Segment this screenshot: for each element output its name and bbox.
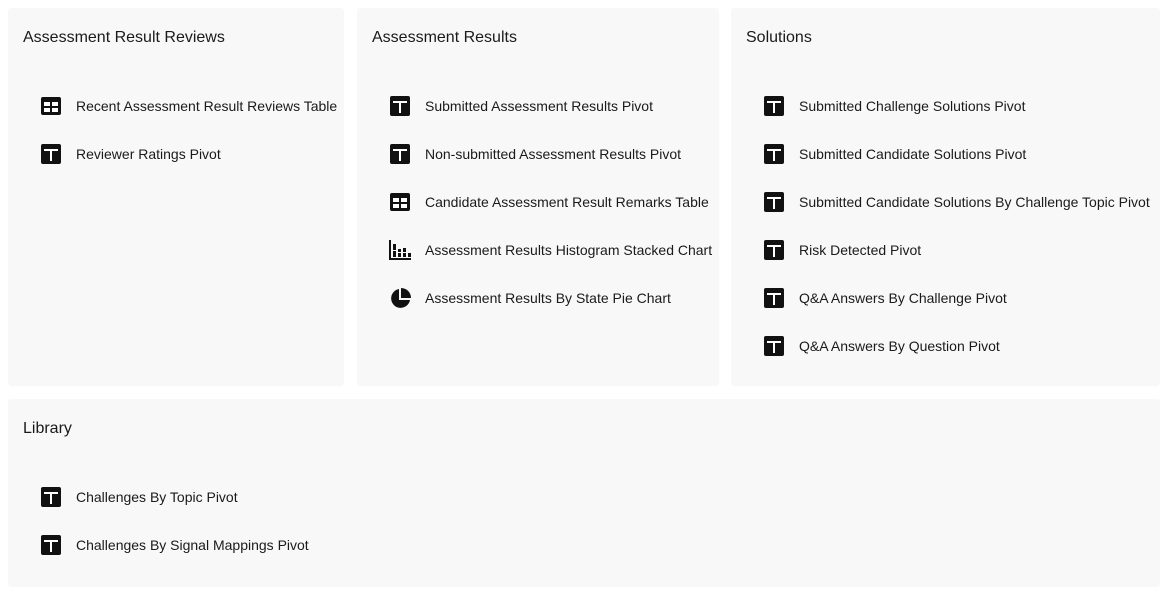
report-list: Recent Assessment Result Reviews Table R…	[40, 94, 337, 190]
table-icon	[389, 191, 411, 213]
report-label: Q&A Answers By Challenge Pivot	[799, 290, 1007, 306]
report-label: Candidate Assessment Result Remarks Tabl…	[425, 194, 709, 210]
pivot-icon	[763, 287, 785, 309]
report-link-assessment-results-histogram-stacked-chart[interactable]: Assessment Results Histogram Stacked Cha…	[389, 238, 712, 262]
report-label: Submitted Assessment Results Pivot	[425, 98, 653, 114]
report-link-assessment-results-by-state-pie-chart[interactable]: Assessment Results By State Pie Chart	[389, 286, 712, 310]
report-link-challenges-by-signal-mappings-pivot[interactable]: Challenges By Signal Mappings Pivot	[40, 533, 309, 557]
report-label: Q&A Answers By Question Pivot	[799, 338, 1000, 354]
report-label: Submitted Candidate Solutions Pivot	[799, 146, 1027, 162]
pivot-icon	[389, 143, 411, 165]
report-label: Recent Assessment Result Reviews Table	[76, 98, 338, 114]
panel-title: Solutions	[746, 29, 812, 46]
report-label: Risk Detected Pivot	[799, 242, 922, 258]
pivot-icon	[763, 191, 785, 213]
report-label: Reviewer Ratings Pivot	[76, 146, 221, 162]
report-link-qa-answers-by-question-pivot[interactable]: Q&A Answers By Question Pivot	[763, 334, 1150, 358]
pivot-icon	[389, 95, 411, 117]
pivot-icon	[763, 239, 785, 261]
panel-solutions: Solutions Submitted Challenge Solutions …	[731, 8, 1160, 386]
panel-library: Library Challenges By Topic Pivot Challe…	[8, 399, 1160, 587]
report-list: Submitted Assessment Results Pivot Non-s…	[389, 94, 712, 334]
table-icon	[40, 95, 62, 117]
pivot-icon	[763, 95, 785, 117]
report-list: Submitted Challenge Solutions Pivot Subm…	[763, 94, 1150, 382]
report-label: Assessment Results Histogram Stacked Cha…	[425, 242, 713, 258]
pivot-icon	[763, 335, 785, 357]
pivot-icon	[40, 534, 62, 556]
panel-assessment-result-reviews: Assessment Result Reviews Recent Assessm…	[8, 8, 344, 386]
report-link-risk-detected-pivot[interactable]: Risk Detected Pivot	[763, 238, 1150, 262]
panel-assessment-results: Assessment Results Submitted Assessment …	[357, 8, 719, 386]
report-link-qa-answers-by-challenge-pivot[interactable]: Q&A Answers By Challenge Pivot	[763, 286, 1150, 310]
report-link-candidate-assessment-result-remarks-table[interactable]: Candidate Assessment Result Remarks Tabl…	[389, 190, 712, 214]
stacked-chart-icon	[389, 239, 411, 261]
panel-title: Assessment Result Reviews	[23, 29, 225, 46]
pivot-icon	[40, 143, 62, 165]
report-label: Assessment Results By State Pie Chart	[425, 290, 671, 306]
report-link-challenges-by-topic-pivot[interactable]: Challenges By Topic Pivot	[40, 485, 309, 509]
pie-chart-icon	[389, 287, 411, 309]
report-link-submitted-candidate-solutions-by-challenge-topic-pivot[interactable]: Submitted Candidate Solutions By Challen…	[763, 190, 1150, 214]
report-list: Challenges By Topic Pivot Challenges By …	[40, 485, 309, 581]
panel-title: Assessment Results	[372, 29, 517, 46]
panel-title: Library	[23, 420, 72, 437]
report-link-recent-assessment-result-reviews-table[interactable]: Recent Assessment Result Reviews Table	[40, 94, 337, 118]
report-label: Submitted Candidate Solutions By Challen…	[799, 194, 1150, 210]
report-label: Challenges By Topic Pivot	[76, 489, 238, 505]
report-link-reviewer-ratings-pivot[interactable]: Reviewer Ratings Pivot	[40, 142, 337, 166]
report-label: Submitted Challenge Solutions Pivot	[799, 98, 1026, 114]
report-label: Non-submitted Assessment Results Pivot	[425, 146, 681, 162]
pivot-icon	[763, 143, 785, 165]
report-link-non-submitted-assessment-results-pivot[interactable]: Non-submitted Assessment Results Pivot	[389, 142, 712, 166]
pivot-icon	[40, 486, 62, 508]
report-link-submitted-candidate-solutions-pivot[interactable]: Submitted Candidate Solutions Pivot	[763, 142, 1150, 166]
report-label: Challenges By Signal Mappings Pivot	[76, 537, 309, 553]
report-link-submitted-assessment-results-pivot[interactable]: Submitted Assessment Results Pivot	[389, 94, 712, 118]
report-link-submitted-challenge-solutions-pivot[interactable]: Submitted Challenge Solutions Pivot	[763, 94, 1150, 118]
